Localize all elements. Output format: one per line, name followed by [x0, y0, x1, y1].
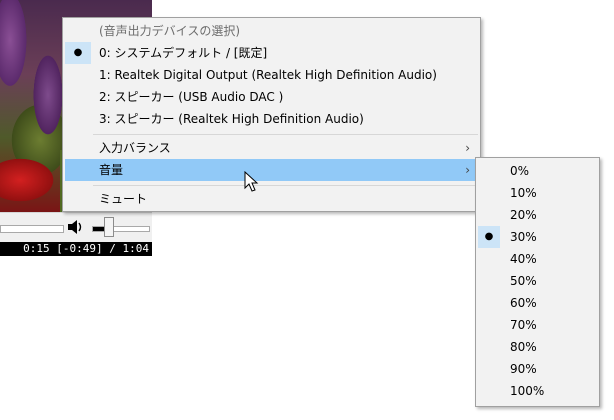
radio-bullet-icon	[65, 64, 91, 86]
menu-item-label: (音声出力デバイスの選択)	[99, 24, 241, 38]
volume-option-70[interactable]: 70%	[478, 314, 597, 336]
menu-item-input-balance[interactable]: 入力バランス ›	[65, 137, 478, 159]
menu-item-label: 入力バランス	[99, 141, 171, 155]
volume-option-10[interactable]: 10%	[478, 182, 597, 204]
volume-option-label: 40%	[510, 252, 537, 266]
radio-bullet-icon: ●	[478, 226, 500, 248]
menu-item-device-1[interactable]: 1: Realtek Digital Output (Realtek High …	[65, 64, 478, 86]
volume-option-label: 90%	[510, 362, 537, 376]
volume-slider-track[interactable]	[92, 226, 150, 232]
menu-item-label: 音量	[99, 163, 124, 177]
radio-bullet-icon	[478, 380, 500, 402]
volume-option-label: 30%	[510, 230, 537, 244]
menu-item-volume[interactable]: 音量 ›	[65, 159, 478, 181]
radio-bullet-icon	[478, 314, 500, 336]
submenu-arrow-icon: ›	[465, 163, 470, 177]
volume-option-60[interactable]: 60%	[478, 292, 597, 314]
volume-option-90[interactable]: 90%	[478, 358, 597, 380]
volume-option-label: 10%	[510, 186, 537, 200]
menu-item-device-2[interactable]: 2: スピーカー (USB Audio DAC )	[65, 86, 478, 108]
radio-bullet-icon	[478, 182, 500, 204]
radio-bullet-icon	[65, 86, 91, 108]
radio-bullet-icon	[478, 270, 500, 292]
menu-item-device-select-header: (音声出力デバイスの選択)	[65, 20, 478, 42]
radio-bullet-icon	[478, 248, 500, 270]
radio-bullet-icon	[478, 292, 500, 314]
volume-option-label: 100%	[510, 384, 545, 398]
menu-item-label: 1: Realtek Digital Output (Realtek High …	[99, 68, 437, 82]
seek-bar[interactable]	[0, 225, 64, 233]
menu-item-label: 3: スピーカー (Realtek High Definition Audio)	[99, 112, 364, 126]
player-controls	[0, 212, 152, 243]
menu-separator	[93, 134, 478, 135]
volume-option-20[interactable]: 20%	[478, 204, 597, 226]
volume-option-label: 0%	[510, 164, 530, 178]
radio-bullet-icon	[478, 160, 500, 182]
menu-item-label: 2: スピーカー (USB Audio DAC )	[99, 90, 284, 104]
radio-bullet-icon	[478, 204, 500, 226]
volume-option-0[interactable]: 0%	[478, 160, 597, 182]
menu-item-device-0[interactable]: ● 0: システムデフォルト / [既定]	[65, 42, 478, 64]
volume-option-30[interactable]: ● 30%	[478, 226, 597, 248]
menu-item-label: ミュート	[99, 192, 148, 206]
time-display: 0:15 [-0:49] / 1:04	[0, 242, 152, 256]
volume-option-50[interactable]: 50%	[478, 270, 597, 292]
menu-item-mute[interactable]: ミュート	[65, 188, 478, 210]
volume-option-40[interactable]: 40%	[478, 248, 597, 270]
mouse-pointer-icon	[244, 171, 259, 192]
radio-bullet-icon	[478, 358, 500, 380]
radio-bullet-icon	[65, 20, 91, 42]
radio-bullet-icon: ●	[65, 42, 91, 64]
volume-slider-thumb[interactable]	[104, 217, 114, 237]
volume-option-label: 60%	[510, 296, 537, 310]
menu-separator	[93, 185, 478, 186]
menu-item-label: 0: システムデフォルト / [既定]	[99, 46, 268, 60]
menu-item-device-3[interactable]: 3: スピーカー (Realtek High Definition Audio)	[65, 108, 478, 130]
volume-option-80[interactable]: 80%	[478, 336, 597, 358]
volume-option-label: 20%	[510, 208, 537, 222]
volume-submenu: 0% 10% 20% ● 30% 40% 50% 60% 70% 80% 90%…	[475, 157, 600, 407]
audio-context-menu: (音声出力デバイスの選択) ● 0: システムデフォルト / [既定] 1: R…	[62, 17, 481, 212]
volume-option-100[interactable]: 100%	[478, 380, 597, 402]
volume-option-label: 80%	[510, 340, 537, 354]
volume-option-label: 70%	[510, 318, 537, 332]
submenu-arrow-icon: ›	[465, 141, 470, 155]
radio-bullet-icon	[478, 336, 500, 358]
volume-option-label: 50%	[510, 274, 537, 288]
speaker-icon[interactable]	[67, 217, 83, 237]
radio-bullet-icon	[65, 108, 91, 130]
